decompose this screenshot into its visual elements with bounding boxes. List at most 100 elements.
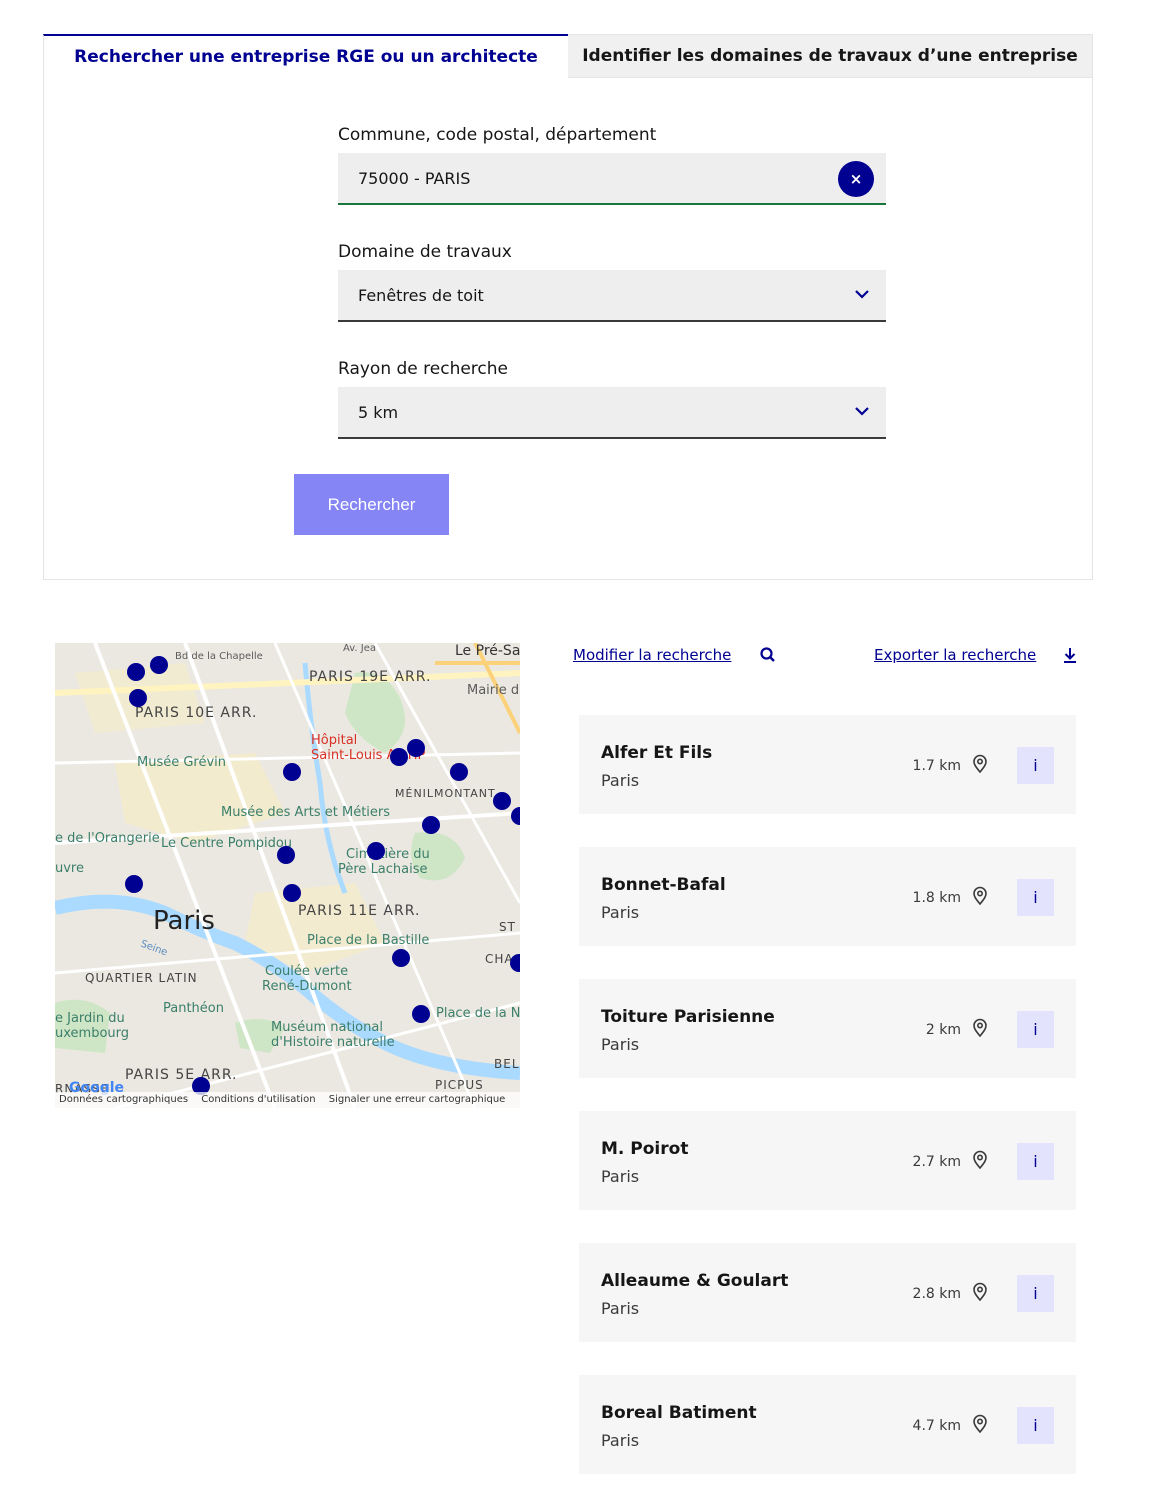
location-pin-icon bbox=[973, 886, 987, 906]
map-pin[interactable] bbox=[412, 1005, 430, 1023]
map-terms-link[interactable]: Conditions d'utilisation bbox=[201, 1094, 315, 1105]
map-label: Musée des Arts et Métiers bbox=[221, 805, 391, 820]
result-card: Alfer Et Fils Paris 1.7 km i bbox=[579, 715, 1076, 814]
map-label: ST bbox=[499, 920, 516, 934]
map-label: Paris bbox=[153, 906, 215, 936]
results-map[interactable]: Bd de la Chapelle Av. Jea Le Pré-Sa PARI… bbox=[55, 643, 520, 1108]
map-pin[interactable] bbox=[493, 792, 511, 810]
location-pin-icon bbox=[973, 1018, 987, 1038]
domaine-value: Fenêtres de toit bbox=[358, 286, 484, 305]
commune-field[interactable]: 75000 - PARIS × bbox=[338, 153, 886, 205]
location-pin-icon bbox=[973, 1150, 987, 1170]
map-pin[interactable] bbox=[283, 763, 301, 781]
map-label: Le Pré-Sa bbox=[455, 643, 520, 659]
rayon-label: Rayon de recherche bbox=[338, 359, 508, 379]
info-button[interactable]: i bbox=[1017, 1143, 1054, 1180]
result-card: Toiture Parisienne Paris 2 km i bbox=[579, 979, 1076, 1078]
map-label: Panthéon bbox=[163, 1001, 224, 1016]
map-footer: Données cartographiques Conditions d'uti… bbox=[55, 1092, 520, 1108]
info-button[interactable]: i bbox=[1017, 747, 1054, 784]
modify-search-link[interactable]: Modifier la recherche bbox=[573, 646, 731, 664]
map-pin[interactable] bbox=[277, 846, 295, 864]
map-label: PARIS 11E ARR. bbox=[298, 903, 421, 919]
search-tabs: Rechercher une entreprise RGE ou un arch… bbox=[43, 34, 1093, 78]
map-pin[interactable] bbox=[450, 763, 468, 781]
info-button[interactable]: i bbox=[1017, 1407, 1054, 1444]
map-pin[interactable] bbox=[390, 748, 408, 766]
map-label: Place de la Bastille bbox=[307, 933, 430, 948]
map-pin[interactable] bbox=[392, 949, 410, 967]
company-distance: 1.8 km bbox=[912, 890, 961, 906]
map-pin[interactable] bbox=[125, 875, 143, 893]
map-label: QUARTIER LATIN bbox=[85, 971, 198, 985]
map-label: PARIS 5E ARR. bbox=[125, 1067, 238, 1083]
map-pin[interactable] bbox=[129, 689, 147, 707]
company-city: Paris bbox=[601, 771, 640, 790]
location-pin-icon bbox=[973, 1282, 987, 1302]
company-city: Paris bbox=[601, 903, 640, 922]
map-pin[interactable] bbox=[367, 842, 385, 860]
tab-search-company[interactable]: Rechercher une entreprise RGE ou un arch… bbox=[43, 34, 568, 78]
result-card: M. Poirot Paris 2.7 km i bbox=[579, 1111, 1076, 1210]
map-label: MÉNILMONTANT bbox=[395, 787, 496, 800]
info-button[interactable]: i bbox=[1017, 1011, 1054, 1048]
map-label: d'Histoire naturelle bbox=[271, 1035, 395, 1050]
location-pin-icon bbox=[973, 754, 987, 774]
chevron-down-icon bbox=[855, 290, 869, 299]
map-pin[interactable] bbox=[283, 884, 301, 902]
info-button[interactable]: i bbox=[1017, 879, 1054, 916]
company-name: Boreal Batiment bbox=[601, 1403, 757, 1423]
map-label: BEL bbox=[494, 1057, 520, 1071]
result-card: Boreal Batiment Paris 4.7 km i bbox=[579, 1375, 1076, 1474]
commune-value: 75000 - PARIS bbox=[358, 169, 471, 188]
company-city: Paris bbox=[601, 1299, 640, 1318]
map-label: PICPUS bbox=[435, 1078, 484, 1092]
search-button[interactable]: Rechercher bbox=[294, 474, 449, 535]
map-label: Mairie d bbox=[467, 683, 520, 698]
company-name: M. Poirot bbox=[601, 1139, 689, 1159]
map-label: PARIS 19E ARR. bbox=[309, 669, 432, 685]
rayon-select[interactable]: 5 km bbox=[338, 387, 886, 439]
company-distance: 2.7 km bbox=[912, 1154, 961, 1170]
company-city: Paris bbox=[601, 1167, 640, 1186]
map-label: Av. Jea bbox=[343, 643, 376, 654]
company-name: Alleaume & Goulart bbox=[601, 1271, 789, 1291]
location-pin-icon bbox=[973, 1414, 987, 1434]
download-icon[interactable] bbox=[1061, 646, 1079, 664]
search-form-panel: Commune, code postal, département 75000 … bbox=[43, 78, 1093, 580]
company-distance: 2 km bbox=[925, 1022, 961, 1038]
map-label: uxembourg bbox=[55, 1026, 130, 1041]
map-label: Coulée verte bbox=[265, 964, 349, 979]
result-card: Alleaume & Goulart Paris 2.8 km i bbox=[579, 1243, 1076, 1342]
commune-label: Commune, code postal, département bbox=[338, 125, 657, 145]
map-label: Musée Grévin bbox=[137, 755, 227, 770]
domaine-label: Domaine de travaux bbox=[338, 242, 512, 262]
search-icon[interactable] bbox=[759, 646, 777, 664]
company-distance: 1.7 km bbox=[912, 758, 961, 774]
map-pin[interactable] bbox=[422, 816, 440, 834]
company-distance: 4.7 km bbox=[912, 1418, 961, 1434]
export-search-link[interactable]: Exporter la recherche bbox=[874, 646, 1036, 664]
map-label: e de l'Orangerie bbox=[55, 831, 160, 846]
clear-icon[interactable]: × bbox=[838, 161, 874, 197]
map-label: uvre bbox=[55, 861, 84, 876]
map-label: PARIS 10E ARR. bbox=[135, 705, 258, 721]
map-label: Père Lachaise bbox=[338, 862, 428, 877]
company-name: Toiture Parisienne bbox=[601, 1007, 775, 1027]
company-name: Bonnet-Bafal bbox=[601, 875, 726, 895]
domaine-select[interactable]: Fenêtres de toit bbox=[338, 270, 886, 322]
map-data-link[interactable]: Données cartographiques bbox=[59, 1094, 188, 1105]
map-pin[interactable] bbox=[150, 656, 168, 674]
map-label: René-Dumont bbox=[262, 979, 352, 994]
tab-identify-domains[interactable]: Identifier les domaines de travaux d’une… bbox=[568, 34, 1093, 78]
map-label: e Jardin du bbox=[55, 1011, 125, 1026]
map-report-link[interactable]: Signaler une erreur cartographique bbox=[329, 1094, 506, 1105]
map-label: Bd de la Chapelle bbox=[175, 651, 263, 662]
map-pin[interactable] bbox=[127, 663, 145, 681]
info-button[interactable]: i bbox=[1017, 1275, 1054, 1312]
map-pin[interactable] bbox=[407, 739, 425, 757]
company-city: Paris bbox=[601, 1431, 640, 1450]
company-distance: 2.8 km bbox=[912, 1286, 961, 1302]
map-label: Hôpital bbox=[311, 733, 358, 748]
chevron-down-icon bbox=[855, 407, 869, 416]
